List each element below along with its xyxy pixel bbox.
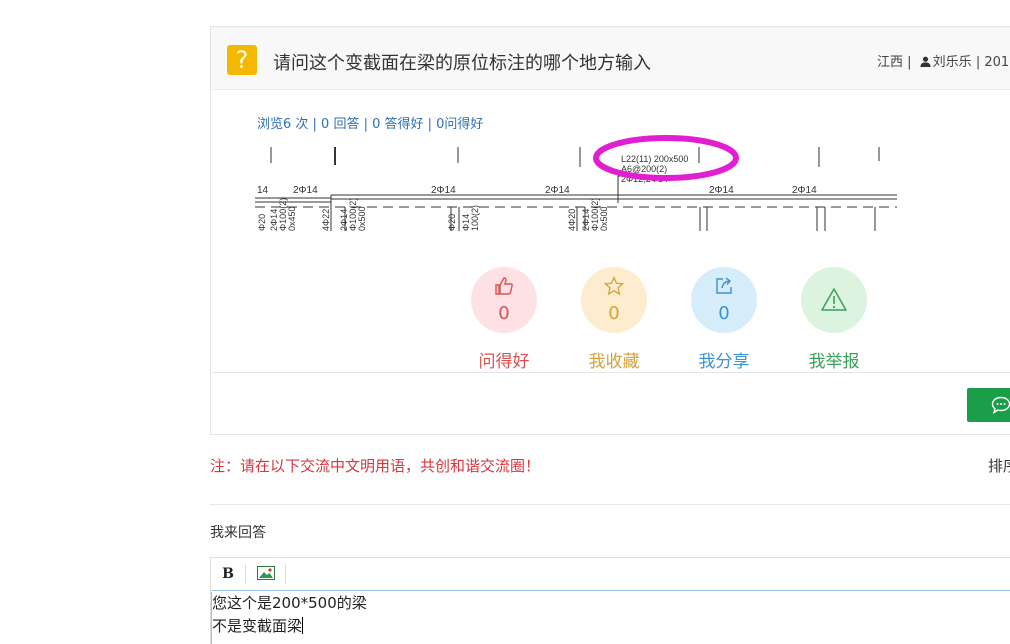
section-divider	[210, 504, 1010, 505]
column-label: 4Φ20	[567, 209, 577, 231]
cad-drawing-image: 14 2Φ14 2Φ14 2Φ14 2Φ14 2Φ14 L22(11) 200x…	[255, 135, 897, 231]
civility-notice: 注：请在以下交流中文明用语，共创和谐交流圈！	[210, 457, 541, 475]
column-label: 0x500	[357, 206, 367, 231]
column-label: 0x500	[599, 206, 609, 231]
question-title: 请问这个变截面在梁的原位标注的哪个地方输入	[273, 53, 651, 74]
bold-button[interactable]: B	[213, 563, 243, 585]
author-name[interactable]: 刘乐乐	[933, 55, 972, 70]
column-label: 0x450	[287, 206, 297, 231]
rebar-label: 2Φ14	[545, 185, 570, 196]
question-stats: 浏览6 次 | 0 回答 | 0 答得好 | 0问得好	[257, 117, 484, 132]
warning-icon	[821, 288, 847, 311]
question-mark-icon: ?	[227, 45, 257, 75]
rebar-label: 14	[257, 185, 269, 196]
column-label: Φ20	[447, 214, 457, 231]
question-header: ? 请问这个变截面在梁的原位标注的哪个地方输入 江西 | 刘乐乐 | 201	[211, 27, 1010, 90]
like-count: 0	[498, 303, 510, 324]
share-count: 0	[718, 303, 730, 324]
rebar-label: 2Φ14	[709, 185, 734, 196]
answer-chat-button[interactable]	[967, 388, 1010, 422]
action-bar: 0 问得好 0 我收藏 0 我分享 我举报	[211, 267, 1010, 377]
thumbs-up-icon	[495, 277, 513, 295]
column-label: 100(2)	[470, 205, 480, 231]
editor-toolbar: B	[211, 558, 1010, 591]
share-icon	[716, 277, 732, 294]
favorite-count: 0	[608, 303, 620, 324]
favorite-button[interactable]: 0 我收藏	[574, 267, 654, 372]
rebar-label: 2Φ14	[792, 185, 817, 196]
column-label: 4Φ22	[321, 209, 331, 231]
toolbar-separator	[245, 564, 246, 584]
post-date: 201	[984, 55, 1010, 70]
card-divider	[211, 372, 1010, 373]
answer-line: 您这个是200*500的梁	[212, 594, 367, 612]
answer-editor: B 您这个是200*500的梁 不是变截面梁	[210, 557, 1010, 644]
answer-textarea[interactable]: 您这个是200*500的梁 不是变截面梁	[211, 592, 1010, 644]
question-meta: 江西 | 刘乐乐 | 201	[877, 55, 1010, 70]
region-label[interactable]: 江西	[877, 55, 903, 70]
toolbar-separator	[285, 564, 286, 584]
favorite-label: 我收藏	[588, 352, 640, 372]
rebar-label: 2Φ14	[431, 185, 456, 196]
rebar-label: 2Φ14	[293, 185, 318, 196]
share-button[interactable]: 0 我分享	[684, 267, 764, 372]
chat-bubble-icon	[991, 396, 1010, 414]
beam-label: L22(11) 200x500	[621, 154, 688, 164]
report-button[interactable]: 我举报	[794, 267, 874, 372]
star-icon	[604, 276, 624, 296]
user-icon	[920, 56, 931, 67]
share-label: 我分享	[698, 352, 750, 372]
sort-label[interactable]: 排序	[988, 455, 1010, 476]
answer-line: 不是变截面梁	[212, 617, 304, 635]
report-label: 我举报	[808, 352, 860, 372]
column-label: Φ20	[257, 214, 267, 231]
text-caret	[302, 617, 304, 634]
insert-image-button[interactable]	[251, 563, 281, 585]
question-card: ? 请问这个变截面在梁的原位标注的哪个地方输入 江西 | 刘乐乐 | 201 浏…	[210, 26, 1010, 435]
answer-section-title: 我来回答	[210, 525, 266, 541]
like-question-button[interactable]: 0 问得好	[464, 267, 544, 372]
like-label: 问得好	[478, 352, 530, 372]
image-icon	[257, 566, 275, 580]
